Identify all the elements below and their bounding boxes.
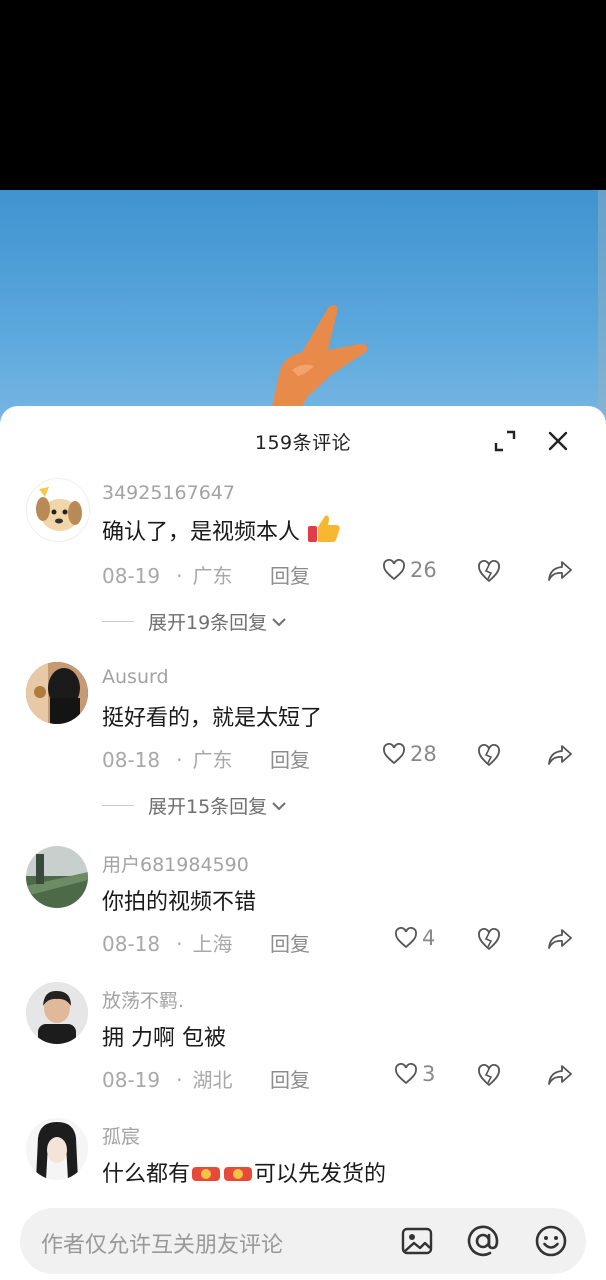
dislike-button[interactable] <box>476 1063 502 1091</box>
red-envelope-emoji <box>224 1167 253 1181</box>
like-button[interactable]: 3 <box>394 1062 435 1086</box>
expand-replies-button[interactable]: 展开15条回复 <box>102 792 287 819</box>
comment-item: 用户681984590 你拍的视频不错 08-18 · 上海 回复 4 <box>0 844 606 957</box>
comment-item: Ausurd 挺好看的，就是太短了 08-18 · 广东 回复 28 展开15条回复 <box>0 660 606 820</box>
comment-username[interactable]: 34925167647 <box>102 482 235 504</box>
comment-item: 34925167647 确认了，是视频本人 08-19 · 广东 回复 26 展开1… <box>0 476 606 636</box>
share-button[interactable] <box>546 559 574 587</box>
dislike-button[interactable] <box>476 927 502 955</box>
share-button[interactable] <box>546 1063 574 1091</box>
comment-location: 广东 <box>192 564 233 588</box>
heart-icon <box>383 559 405 581</box>
avatar[interactable] <box>26 846 88 908</box>
comment-date: 08-19 <box>102 564 161 588</box>
reply-button[interactable]: 回复 <box>270 928 310 957</box>
broken-heart-icon <box>478 1064 500 1087</box>
comment-input-placeholder[interactable]: 作者仅允许互关朋友评论 <box>41 1227 283 1259</box>
chevron-down-icon <box>272 617 286 626</box>
reply-button[interactable]: 回复 <box>270 744 310 773</box>
comment-location: 广东 <box>192 748 233 772</box>
image-icon <box>401 1227 433 1255</box>
like-count: 4 <box>422 926 436 950</box>
peace-hand-image <box>272 305 368 406</box>
like-count: 28 <box>410 742 437 766</box>
comment-username[interactable]: Ausurd <box>102 666 169 688</box>
expand-replies-button[interactable]: 展开19条回复 <box>102 608 287 635</box>
comment-item: 放荡不羁. 拥 力啊 包被 08-19 · 湖北 回复 3 <box>0 980 606 1093</box>
comment-meta: 08-18 · 上海 <box>102 932 233 956</box>
comment-username[interactable]: 放荡不羁. <box>102 986 184 1013</box>
dislike-button[interactable] <box>476 743 502 771</box>
avatar[interactable] <box>26 478 90 542</box>
reply-button[interactable]: 回复 <box>270 1064 310 1093</box>
comment-location: 湖北 <box>192 1068 233 1092</box>
landscape-avatar-image <box>26 846 88 908</box>
comment-date: 08-18 <box>102 932 161 956</box>
comment-username[interactable]: 用户681984590 <box>102 850 249 877</box>
chevron-down-icon <box>272 801 286 810</box>
emoji-icon <box>535 1225 567 1257</box>
comment-text: 挺好看的，就是太短了 <box>102 706 323 731</box>
red-envelope-emoji <box>192 1167 221 1181</box>
expand-button[interactable] <box>490 426 520 456</box>
person-avatar-image <box>26 662 88 724</box>
close-button[interactable] <box>543 426 573 456</box>
comment-meta: 08-18 · 广东 <box>102 748 233 772</box>
broken-heart-icon <box>478 928 500 951</box>
at-icon <box>467 1225 499 1257</box>
thumbs-up-emoji <box>308 515 340 542</box>
share-arrow-icon <box>548 929 572 949</box>
broken-heart-icon <box>478 560 500 583</box>
heart-icon <box>395 1063 417 1085</box>
share-arrow-icon <box>548 745 572 765</box>
emoji-button[interactable] <box>534 1224 568 1258</box>
comment-input-bar[interactable]: 作者仅允许互关朋友评论 <box>20 1208 586 1274</box>
sheet-header: 159条评论 <box>0 406 606 476</box>
comment-text: 拥 力啊 包被 <box>102 1026 226 1051</box>
boy-avatar-image <box>26 982 88 1044</box>
close-icon <box>548 431 568 451</box>
image-button[interactable] <box>400 1224 434 1258</box>
share-button[interactable] <box>546 743 574 771</box>
comment-username[interactable]: 孤宸 <box>102 1122 140 1149</box>
dog-avatar-image <box>36 487 82 531</box>
like-button[interactable]: 26 <box>382 558 437 582</box>
comment-meta: 08-19 · 湖北 <box>102 1068 233 1092</box>
mention-button[interactable] <box>466 1224 500 1258</box>
like-button[interactable]: 4 <box>394 926 435 950</box>
comment-item: 孤宸 什么都有 可以先发货的 <box>0 1116 606 1206</box>
comment-date: 08-18 <box>102 748 161 772</box>
share-arrow-icon <box>548 1065 572 1085</box>
expand-icon <box>494 430 516 452</box>
like-button[interactable]: 28 <box>382 742 437 766</box>
broken-heart-icon <box>478 744 500 767</box>
comment-meta: 08-19 · 广东 <box>102 564 233 588</box>
comment-text: 你拍的视频不错 <box>102 890 257 915</box>
like-count: 26 <box>410 558 437 582</box>
share-arrow-icon <box>548 561 572 581</box>
avatar[interactable] <box>26 982 88 1044</box>
avatar[interactable] <box>26 1118 88 1180</box>
comment-location: 上海 <box>192 932 233 956</box>
share-button[interactable] <box>546 927 574 955</box>
heart-icon <box>383 743 405 765</box>
reply-button[interactable]: 回复 <box>270 560 310 589</box>
divider-line <box>102 805 134 806</box>
video-edge <box>598 190 606 440</box>
anime-avatar-image <box>26 1118 88 1180</box>
expand-replies-label: 展开15条回复 <box>148 796 268 818</box>
comment-date: 08-19 <box>102 1068 161 1092</box>
like-count: 3 <box>422 1062 436 1086</box>
divider-line <box>102 621 134 622</box>
dislike-button[interactable] <box>476 559 502 587</box>
comment-text: 什么都有 可以先发货的 <box>102 1162 387 1187</box>
expand-replies-label: 展开19条回复 <box>148 612 268 634</box>
avatar[interactable] <box>26 662 88 724</box>
comments-sheet: 159条评论 34925167647 确认了，是视频本人 08-19 · 广东 … <box>0 406 606 1280</box>
heart-icon <box>395 927 417 949</box>
comment-text: 确认了，是视频本人 <box>102 514 341 546</box>
